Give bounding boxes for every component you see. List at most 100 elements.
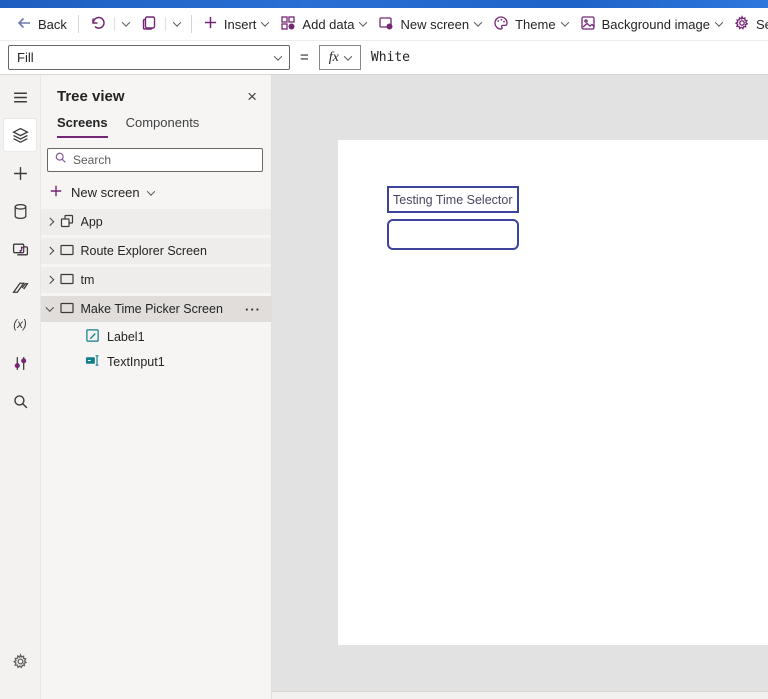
power-automate-icon[interactable] — [4, 271, 36, 303]
paste-dropdown[interactable] — [168, 11, 186, 37]
tree-item-route-explorer-screen[interactable]: Route Explorer Screen — [41, 238, 271, 264]
search-input[interactable] — [73, 153, 256, 167]
text-input-icon — [85, 353, 100, 371]
tab-screens[interactable]: Screens — [57, 115, 108, 138]
insert-label: Insert — [223, 16, 257, 32]
tree-item-tm[interactable]: tm — [41, 267, 271, 293]
fx-icon: fx — [328, 49, 339, 65]
settings-button[interactable]: Sett — [728, 11, 768, 37]
paste-button[interactable] — [135, 11, 163, 37]
media-icon[interactable] — [4, 233, 36, 265]
plus-icon — [203, 15, 218, 33]
back-button[interactable]: Back — [10, 11, 73, 37]
tree-view-panel: Tree view × Screens Components New scree… — [40, 75, 272, 699]
new-screen-button-panel[interactable]: New screen — [41, 178, 271, 209]
search-icon — [54, 151, 67, 169]
new-screen-label: New screen — [400, 16, 470, 32]
tree-item-textinput1[interactable]: TextInput1 — [41, 350, 271, 373]
tree-item-label: App — [80, 215, 103, 229]
textinput1-control[interactable] — [387, 219, 519, 250]
tree-item-label: tm — [80, 273, 95, 287]
divider — [164, 17, 166, 31]
chevron-down-icon — [146, 186, 155, 196]
screen-icon — [59, 242, 75, 261]
back-arrow-icon — [16, 15, 32, 34]
chevron-right-icon — [45, 218, 54, 226]
chevron-down-icon — [45, 303, 54, 312]
chevron-down-icon — [172, 18, 182, 27]
new-screen-label: New screen — [71, 185, 140, 200]
tree-item-label: TextInput1 — [107, 354, 165, 369]
chevron-right-icon — [45, 247, 54, 255]
background-image-button[interactable]: Background image — [574, 11, 728, 37]
tree-item-label1[interactable]: Label1 — [41, 325, 271, 348]
chevron-right-icon — [45, 276, 54, 284]
undo-dropdown[interactable] — [117, 11, 135, 37]
divider — [77, 15, 79, 33]
theme-palette-icon — [493, 15, 509, 34]
tree-item-label: Route Explorer Screen — [80, 244, 207, 258]
formula-input[interactable]: White — [360, 45, 768, 70]
data-icon[interactable] — [4, 195, 36, 227]
app-icon — [59, 213, 75, 232]
canvas-stage: Testing Time Selector — [272, 75, 768, 699]
command-bar: Back Insert Add data New screen Theme Ba… — [0, 8, 768, 41]
chevron-down-icon — [261, 18, 270, 27]
chevron-down-icon — [560, 18, 569, 27]
add-data-label: Add data — [302, 16, 355, 32]
label1-control[interactable]: Testing Time Selector — [387, 186, 519, 213]
fx-dropdown[interactable]: fx — [318, 45, 361, 70]
clipboard-icon — [141, 15, 157, 34]
tree-item-label: Make Time Picker Screen — [80, 302, 223, 316]
gear-icon — [734, 14, 750, 34]
settings-icon[interactable] — [4, 645, 36, 677]
tab-components[interactable]: Components — [126, 115, 200, 138]
close-icon[interactable]: × — [245, 88, 259, 105]
undo-icon — [90, 15, 106, 34]
chevron-down-icon — [121, 18, 131, 27]
property-selector[interactable]: Fill — [8, 45, 290, 70]
titlebar-strip — [0, 0, 768, 8]
back-label: Back — [38, 16, 67, 32]
tree-search[interactable] — [47, 148, 263, 172]
chevron-down-icon — [343, 51, 353, 61]
insert-button[interactable]: Insert — [197, 11, 275, 37]
theme-label: Theme — [515, 16, 556, 32]
formula-bar: Fill = fx White — [0, 41, 768, 75]
more-options-icon[interactable]: ··· — [245, 302, 271, 317]
tree-view-icon[interactable] — [4, 119, 36, 151]
new-screen-icon — [378, 15, 394, 34]
plus-icon[interactable] — [4, 157, 36, 189]
add-data-button[interactable]: Add data — [274, 11, 372, 37]
chevron-down-icon — [359, 18, 368, 27]
chevron-down-icon — [273, 51, 283, 61]
background-image-label: Background image — [601, 16, 710, 32]
screen-icon — [59, 300, 75, 319]
plus-icon — [49, 184, 63, 201]
left-rail: (x) — [0, 75, 40, 699]
divider — [190, 15, 192, 33]
image-icon — [580, 15, 596, 34]
controls-icon[interactable] — [4, 347, 36, 379]
tree-tabs: Screens Components — [41, 113, 271, 138]
main-area: (x) Tree view × Screens Components Searc… — [0, 75, 768, 699]
screen-icon — [59, 271, 75, 290]
search-icon[interactable] — [4, 385, 36, 417]
variables-icon[interactable]: (x) — [4, 309, 36, 341]
tree-item-app[interactable]: App — [41, 209, 271, 235]
undo-button[interactable] — [84, 11, 112, 37]
label-icon — [85, 328, 100, 346]
theme-button[interactable]: Theme — [487, 11, 573, 37]
chevron-down-icon — [473, 18, 483, 27]
divider — [113, 17, 115, 31]
tree-item-label: Label1 — [107, 329, 145, 344]
property-name: Fill — [17, 50, 34, 65]
app-screen-canvas[interactable]: Testing Time Selector — [338, 140, 768, 645]
new-screen-button[interactable]: New screen — [372, 11, 487, 37]
status-strip — [272, 691, 768, 699]
tree-list: App Route Explorer Screen tm Make Time P… — [41, 209, 271, 699]
menu-icon[interactable] — [4, 81, 36, 113]
tree-item-make-time-picker-screen[interactable]: Make Time Picker Screen ··· — [41, 296, 271, 322]
panel-title: Tree view — [57, 88, 125, 105]
chevron-down-icon — [714, 18, 724, 27]
